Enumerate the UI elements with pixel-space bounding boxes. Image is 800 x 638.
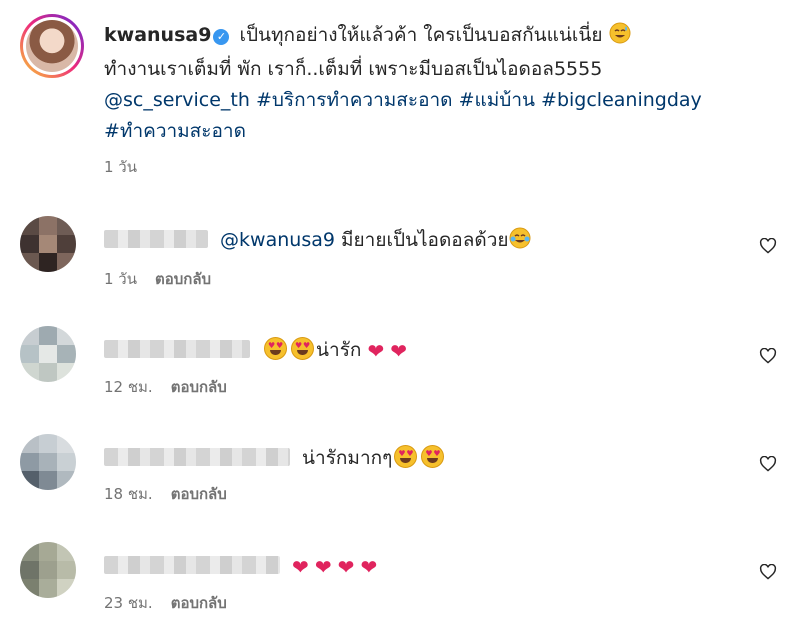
mention-link[interactable]: @kwanusa9 (220, 229, 335, 251)
reply-button[interactable]: ตอบกลับ (171, 594, 227, 612)
comment-text: น่ารักมากๆ (302, 447, 393, 469)
heart-eyes-emoji-icon: ♥ ♥ (394, 445, 418, 468)
comment-body: ❤ ❤ ❤ ❤ 23 ชม. ตอบกลับ (104, 552, 724, 613)
heart-outline-icon[interactable] (756, 560, 780, 584)
reply-button[interactable]: ตอบกลับ (171, 378, 227, 396)
comment-text: น่ารัก (316, 339, 362, 361)
commenter-avatar[interactable] (20, 326, 76, 382)
hashtag-link[interactable]: #bigcleaningday (541, 89, 702, 111)
red-heart-emoji-icon: ❤ (314, 555, 332, 579)
post-time[interactable]: 1 วัน (104, 157, 764, 177)
tears-of-joy-emoji-icon (509, 227, 531, 257)
post-author-avatar[interactable] (20, 14, 84, 78)
reply-button[interactable]: ตอบกลับ (171, 485, 227, 503)
red-heart-emoji-icon: ❤ (390, 339, 408, 363)
comment-body: ♥ ♥ ♥ ♥ น่ารัก ❤ ❤ 12 ชม. ตอบกลับ (104, 336, 724, 397)
heart-eyes-emoji-icon: ♥ ♥ (264, 337, 288, 360)
sweat-smile-emoji-icon (609, 22, 631, 54)
red-heart-emoji-icon: ❤ (292, 555, 309, 579)
hashtag-link[interactable]: #บริการทำความสะอาด (256, 89, 453, 111)
comment-time[interactable]: 12 ชม. (104, 378, 153, 396)
blurred-username[interactable] (104, 340, 250, 358)
red-heart-emoji-icon: ❤ (337, 555, 355, 579)
reply-button[interactable]: ตอบกลับ (155, 270, 211, 288)
red-heart-emoji-icon: ❤ (367, 339, 385, 363)
comment-time[interactable]: 18 ชม. (104, 485, 153, 503)
heart-outline-icon[interactable] (756, 344, 780, 368)
comment-body: น่ารักมากๆ ♥ ♥ ♥ ♥ 18 ชม. ตอบกลับ (104, 444, 724, 504)
commenter-avatar[interactable] (20, 216, 76, 272)
comment-item: น่ารักมากๆ ♥ ♥ ♥ ♥ 18 ชม. ตอบกลับ (20, 434, 780, 530)
commenter-avatar[interactable] (20, 434, 76, 490)
heart-eyes-emoji-icon: ♥ ♥ (291, 337, 315, 360)
comment-text: มียายเป็นไอดอลด้วย (341, 229, 509, 251)
heart-outline-icon[interactable] (756, 452, 780, 476)
caption-line1: เป็นทุกอย่างให้แล้วค้า ใครเป็นบอสกันแน่เ… (239, 24, 603, 46)
heart-eyes-emoji-icon: ♥ ♥ (421, 445, 445, 468)
comment-time[interactable]: 1 วัน (104, 270, 137, 288)
comment-item: ♥ ♥ ♥ ♥ น่ารัก ❤ ❤ 12 ชม. ตอบกลับ (20, 326, 780, 422)
heart-outline-icon[interactable] (756, 234, 780, 258)
comment-item: @kwanusa9 มียายเป็นไอดอลด้วย 1 วัน ตอบกลั… (20, 216, 780, 312)
caption-line2: ทำงานเราเต็มที่ พัก เราก็..เต็มที่ เพราะ… (104, 58, 603, 80)
post-username[interactable]: kwanusa9 (104, 24, 211, 46)
mention-link[interactable]: @sc_service_th (104, 89, 250, 111)
commenter-avatar[interactable] (20, 542, 76, 598)
blurred-username[interactable] (104, 448, 290, 466)
comment-body: @kwanusa9 มียายเป็นไอดอลด้วย 1 วัน ตอบกลั… (104, 226, 724, 289)
verified-badge-icon: ✓ (213, 29, 230, 45)
caption-body: kwanusa9 ✓ เป็นทุกอย่างให้แล้วค้า ใครเป็น… (104, 20, 764, 177)
comment-item: ❤ ❤ ❤ ❤ 23 ชม. ตอบกลับ (20, 542, 780, 638)
blurred-username[interactable] (104, 230, 208, 248)
blurred-username[interactable] (104, 556, 280, 574)
comment-time[interactable]: 23 ชม. (104, 594, 153, 612)
red-heart-emoji-icon: ❤ (360, 555, 378, 579)
hashtag-link[interactable]: #แม่บ้าน (459, 89, 535, 111)
hashtag-link[interactable]: #ทำความสะอาด (104, 120, 246, 142)
